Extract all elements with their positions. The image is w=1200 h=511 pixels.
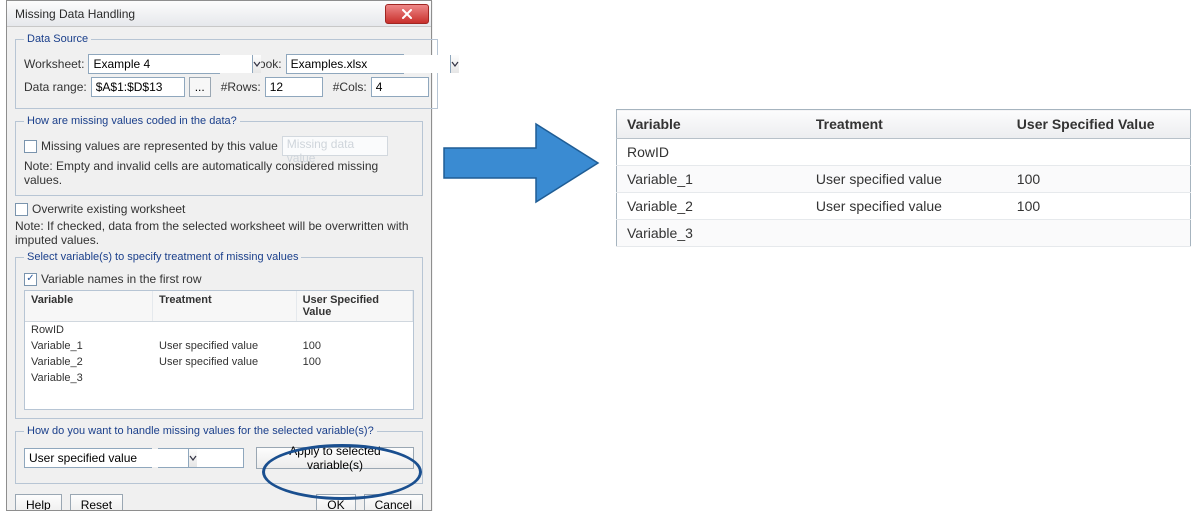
apply-to-selected-button[interactable]: Apply to selected variable(s) bbox=[256, 447, 414, 469]
dialog-titlebar[interactable]: Missing Data Handling bbox=[7, 1, 431, 27]
coding-note: Note: Empty and invalid cells are automa… bbox=[24, 159, 414, 187]
chevron-down-icon[interactable] bbox=[252, 55, 261, 73]
cols-input[interactable] bbox=[371, 77, 429, 97]
table-row[interactable]: RowID bbox=[25, 322, 413, 338]
fieldset-select-vars: Select variable(s) to specify treatment … bbox=[15, 251, 423, 419]
table-row: Variable_1 User specified value 100 bbox=[617, 166, 1191, 193]
table-row[interactable]: Variable_3 bbox=[25, 370, 413, 386]
legend-handle: How do you want to handle missing values… bbox=[24, 425, 377, 437]
arrow-right-icon bbox=[440, 118, 602, 208]
dialog-body: Data Source Worksheet: Workbook: bbox=[7, 27, 431, 492]
datarange-picker-button[interactable]: ... bbox=[189, 77, 211, 97]
table-row[interactable]: Variable_1 User specified value 100 bbox=[25, 338, 413, 354]
treatment-method-combobox[interactable] bbox=[24, 448, 152, 468]
help-button[interactable]: Help bbox=[15, 494, 62, 510]
col-treatment: Treatment bbox=[153, 291, 297, 321]
datarange-input[interactable] bbox=[91, 77, 185, 97]
table-row[interactable]: Variable_2 User specified value 100 bbox=[25, 354, 413, 370]
table-row: Variable_2 User specified value 100 bbox=[617, 193, 1191, 220]
close-icon bbox=[401, 9, 413, 19]
table-row: Variable_3 bbox=[617, 220, 1191, 247]
cancel-button[interactable]: Cancel bbox=[364, 494, 423, 510]
chevron-down-icon[interactable] bbox=[450, 55, 459, 73]
col-user-value: User Specified Value bbox=[297, 291, 413, 321]
worksheet-combobox[interactable] bbox=[88, 54, 220, 74]
fieldset-handle: How do you want to handle missing values… bbox=[15, 425, 423, 484]
fieldset-data-source: Data Source Worksheet: Workbook: bbox=[15, 33, 438, 109]
rows-label: #Rows: bbox=[221, 80, 261, 94]
firstrow-checkbox-label: Variable names in the first row bbox=[41, 272, 202, 286]
missing-data-dialog: Missing Data Handling Data Source Worksh… bbox=[6, 0, 432, 511]
overwrite-checkbox-label: Overwrite existing worksheet bbox=[32, 202, 185, 216]
workbook-combobox[interactable] bbox=[286, 54, 404, 74]
treatment-method-input[interactable] bbox=[25, 449, 188, 467]
legend-coding: How are missing values coded in the data… bbox=[24, 115, 240, 127]
table-row: RowID bbox=[617, 139, 1191, 166]
overwrite-checkbox[interactable] bbox=[15, 203, 28, 216]
missing-value-checkbox[interactable] bbox=[24, 140, 37, 153]
close-button[interactable] bbox=[385, 4, 429, 24]
col-user-value: User Specified Value bbox=[1007, 110, 1191, 139]
rows-input[interactable] bbox=[265, 77, 323, 97]
dialog-footer: Help Reset OK Cancel bbox=[7, 492, 431, 510]
table-header-row: Variable Treatment User Specified Value bbox=[25, 291, 413, 322]
legend-select-vars: Select variable(s) to specify treatment … bbox=[24, 251, 301, 263]
worksheet-input[interactable] bbox=[89, 55, 252, 73]
workbook-input[interactable] bbox=[287, 55, 450, 73]
overwrite-note: Note: If checked, data from the selected… bbox=[15, 219, 423, 247]
missing-value-checkbox-label: Missing values are represented by this v… bbox=[41, 139, 278, 153]
table-header-row: Variable Treatment User Specified Value bbox=[617, 110, 1191, 139]
chevron-down-icon[interactable] bbox=[188, 449, 197, 467]
reset-button[interactable]: Reset bbox=[70, 494, 123, 510]
legend-data-source: Data Source bbox=[24, 33, 91, 45]
col-variable: Variable bbox=[25, 291, 153, 321]
col-treatment: Treatment bbox=[806, 110, 1007, 139]
firstrow-checkbox[interactable] bbox=[24, 273, 37, 286]
ok-button[interactable]: OK bbox=[316, 494, 355, 510]
col-variable: Variable bbox=[617, 110, 806, 139]
treatments-table[interactable]: Variable Treatment User Specified Value … bbox=[24, 290, 414, 410]
cols-label: #Cols: bbox=[333, 80, 367, 94]
worksheet-label: Worksheet: bbox=[24, 57, 84, 71]
fieldset-coding: How are missing values coded in the data… bbox=[15, 115, 423, 196]
missing-value-input-disabled: Missing data value bbox=[282, 136, 388, 156]
result-table: Variable Treatment User Specified Value … bbox=[616, 109, 1191, 247]
dialog-title: Missing Data Handling bbox=[15, 7, 385, 21]
datarange-label: Data range: bbox=[24, 80, 87, 94]
